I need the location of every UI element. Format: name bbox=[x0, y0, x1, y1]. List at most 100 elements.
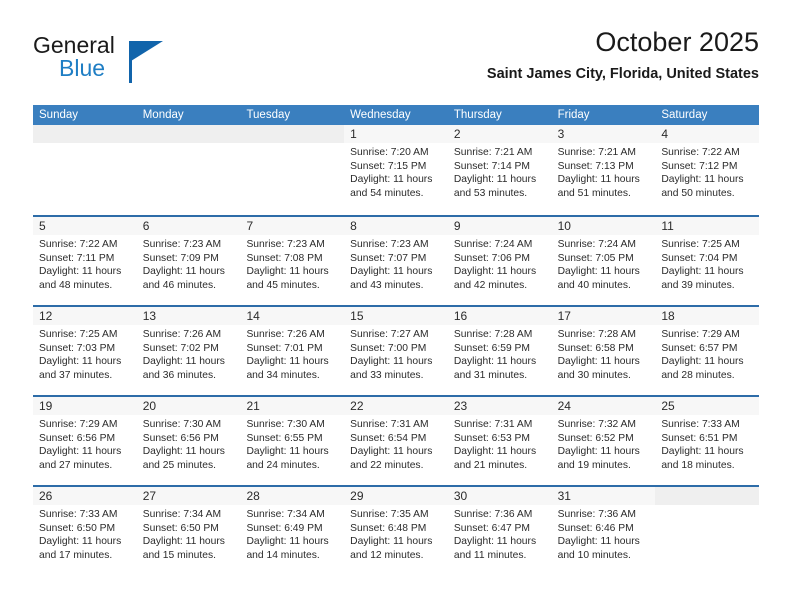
day-details: Sunrise: 7:29 AM Sunset: 6:56 PM Daylight:… bbox=[33, 415, 137, 472]
date-band: 18 bbox=[655, 307, 760, 325]
day-cell[interactable]: 14 Sunrise: 7:26 AM Sunset: 7:01 PM Dayligh… bbox=[240, 307, 345, 395]
day-cell[interactable]: 16 Sunrise: 7:28 AM Sunset: 6:59 PM Dayligh… bbox=[447, 307, 552, 395]
sunrise-text: Sunrise: 7:27 AM bbox=[350, 329, 429, 340]
day-cell[interactable]: 25 Sunrise: 7:33 AM Sunset: 6:51 PM Dayligh… bbox=[655, 397, 760, 485]
sunrise-text: Sunrise: 7:20 AM bbox=[350, 147, 429, 158]
date-number: 7 bbox=[246, 219, 254, 233]
daylight-text-line1: Daylight: 11 hours bbox=[350, 174, 433, 185]
date-number: 20 bbox=[142, 399, 157, 413]
date-number: 27 bbox=[142, 489, 157, 503]
day-cell[interactable]: 9 Sunrise: 7:24 AM Sunset: 7:06 PM Daylight… bbox=[447, 217, 552, 305]
sunrise-text: Sunrise: 7:34 AM bbox=[142, 509, 222, 520]
sunrise-text: Sunrise: 7:23 AM bbox=[246, 239, 325, 250]
weekday-header-monday: Monday bbox=[142, 109, 184, 121]
daylight-text-line2: and 21 minutes. bbox=[453, 459, 528, 471]
day-details: Sunrise: 7:35 AM Sunset: 6:48 PM Daylight:… bbox=[344, 505, 448, 562]
date-band: 8 bbox=[344, 217, 448, 235]
day-details: Sunrise: 7:33 AM Sunset: 6:50 PM Daylight:… bbox=[33, 505, 137, 562]
general-blue-logo[interactable]: General Blue bbox=[33, 32, 253, 88]
daylight-text-line2: and 54 minutes. bbox=[350, 187, 424, 199]
page-title: October 2025 bbox=[595, 27, 759, 57]
day-cell[interactable]: 19 Sunrise: 7:29 AM Sunset: 6:56 PM Dayligh… bbox=[33, 397, 137, 485]
daylight-text-line2: and 48 minutes. bbox=[39, 279, 113, 291]
sunset-text: Sunset: 7:07 PM bbox=[350, 252, 427, 264]
daylight-text-line1: Daylight: 11 hours bbox=[557, 174, 640, 185]
day-cell[interactable]: 27 Sunrise: 7:34 AM Sunset: 6:50 PM Dayligh… bbox=[136, 487, 241, 575]
day-cell[interactable]: 21 Sunrise: 7:30 AM Sunset: 6:55 PM Dayligh… bbox=[240, 397, 345, 485]
day-cell[interactable]: 23 Sunrise: 7:31 AM Sunset: 6:53 PM Dayligh… bbox=[447, 397, 552, 485]
daylight-text-line2: and 31 minutes. bbox=[453, 369, 528, 381]
day-cell[interactable]: 10 Sunrise: 7:24 AM Sunset: 7:05 PM Dayligh… bbox=[551, 217, 656, 305]
daylight-text-line2: and 46 minutes. bbox=[142, 279, 216, 291]
sunrise-text: Sunrise: 7:24 AM bbox=[557, 239, 637, 250]
sunset-text: Sunset: 7:06 PM bbox=[453, 252, 531, 264]
date-band: 29 bbox=[344, 487, 448, 505]
date-band: 4 bbox=[655, 125, 760, 143]
daylight-text-line2: and 12 minutes. bbox=[350, 549, 424, 561]
daylight-text-line1: Daylight: 11 hours bbox=[350, 446, 433, 457]
day-cell[interactable]: 6 Sunrise: 7:23 AM Sunset: 7:09 PM Daylight… bbox=[136, 217, 241, 305]
day-cell[interactable]: 31 Sunrise: 7:36 AM Sunset: 6:46 PM Dayligh… bbox=[551, 487, 656, 575]
sunrise-text: Sunrise: 7:24 AM bbox=[453, 239, 533, 250]
calendar-grid: Sunday Monday Tuesday Wednesday Thursday Frid… bbox=[33, 105, 760, 575]
sunset-text: Sunset: 6:57 PM bbox=[661, 342, 738, 354]
day-cell[interactable]: 8 Sunrise: 7:23 AM Sunset: 7:07 PM Daylight… bbox=[344, 217, 448, 305]
day-cell[interactable]: 26 Sunrise: 7:33 AM Sunset: 6:50 PM Dayligh… bbox=[33, 487, 137, 575]
daylight-text-line1: Daylight: 11 hours bbox=[350, 266, 433, 277]
day-cell[interactable]: 11 Sunrise: 7:25 AM Sunset: 7:04 PM Dayligh… bbox=[655, 217, 760, 305]
day-cell[interactable]: 17 Sunrise: 7:28 AM Sunset: 6:58 PM Dayligh… bbox=[551, 307, 656, 395]
sunrise-text: Sunrise: 7:30 AM bbox=[246, 419, 325, 430]
sunset-text: Sunset: 6:50 PM bbox=[39, 522, 116, 534]
day-cell[interactable]: 5 Sunrise: 7:22 AM Sunset: 7:11 PM Daylight… bbox=[33, 217, 137, 305]
day-details: Sunrise: 7:30 AM Sunset: 6:55 PM Daylight:… bbox=[240, 415, 344, 472]
date-band: 22 bbox=[344, 397, 448, 415]
day-cell[interactable]: 24 Sunrise: 7:32 AM Sunset: 6:52 PM Dayligh… bbox=[551, 397, 656, 485]
date-number: 22 bbox=[350, 399, 364, 413]
date-number: 17 bbox=[557, 309, 571, 323]
sunset-text: Sunset: 6:56 PM bbox=[142, 432, 219, 444]
date-number: 5 bbox=[39, 219, 46, 233]
sunset-text: Sunset: 7:00 PM bbox=[350, 342, 427, 354]
day-details: Sunrise: 7:34 AM Sunset: 6:49 PM Daylight:… bbox=[240, 505, 344, 562]
sunset-text: Sunset: 7:13 PM bbox=[557, 160, 634, 172]
sunset-text: Sunset: 6:53 PM bbox=[453, 432, 531, 444]
location-subtitle: Saint James City, Florida, United States bbox=[486, 66, 759, 82]
day-cell[interactable]: 30 Sunrise: 7:36 AM Sunset: 6:47 PM Dayligh… bbox=[447, 487, 552, 575]
day-cell[interactable]: 18 Sunrise: 7:29 AM Sunset: 6:57 PM Dayligh… bbox=[655, 307, 760, 395]
day-cell[interactable]: 2 Sunrise: 7:21 AM Sunset: 7:14 PM Daylight… bbox=[447, 125, 552, 215]
day-cell[interactable]: 29 Sunrise: 7:35 AM Sunset: 6:48 PM Dayligh… bbox=[344, 487, 448, 575]
daylight-text-line1: Daylight: 11 hours bbox=[39, 446, 122, 457]
sunset-text: Sunset: 7:02 PM bbox=[142, 342, 219, 354]
day-cell[interactable]: 4 Sunrise: 7:22 AM Sunset: 7:12 PM Daylight… bbox=[655, 125, 760, 215]
sunrise-text: Sunrise: 7:36 AM bbox=[453, 509, 533, 520]
daylight-text-line1: Daylight: 11 hours bbox=[453, 356, 537, 367]
sunset-text: Sunset: 6:46 PM bbox=[557, 522, 634, 534]
date-band: 20 bbox=[136, 397, 241, 415]
day-details: Sunrise: 7:23 AM Sunset: 7:09 PM Daylight:… bbox=[137, 235, 241, 292]
daylight-text-line2: and 34 minutes. bbox=[246, 369, 320, 381]
weekday-header-friday: Friday bbox=[557, 109, 590, 121]
daylight-text-line2: and 45 minutes. bbox=[246, 279, 320, 291]
daylight-text-line1: Daylight: 11 hours bbox=[39, 356, 122, 367]
day-cell[interactable]: 7 Sunrise: 7:23 AM Sunset: 7:08 PM Daylight… bbox=[240, 217, 345, 305]
date-number: 9 bbox=[453, 219, 461, 233]
day-cell[interactable]: 1 Sunrise: 7:20 AM Sunset: 7:15 PM Daylight… bbox=[344, 125, 448, 215]
logo-triangle-icon bbox=[131, 41, 163, 61]
day-cell[interactable]: 20 Sunrise: 7:30 AM Sunset: 6:56 PM Dayligh… bbox=[136, 397, 241, 485]
day-cell[interactable]: 22 Sunrise: 7:31 AM Sunset: 6:54 PM Dayligh… bbox=[344, 397, 448, 485]
sunrise-text: Sunrise: 7:26 AM bbox=[142, 329, 222, 340]
day-details: Sunrise: 7:22 AM Sunset: 7:12 PM Daylight:… bbox=[655, 143, 759, 200]
day-cell[interactable]: 3 Sunrise: 7:21 AM Sunset: 7:13 PM Daylight… bbox=[551, 125, 656, 215]
day-details: Sunrise: 7:31 AM Sunset: 6:53 PM Daylight:… bbox=[448, 415, 552, 472]
day-cell[interactable]: 13 Sunrise: 7:26 AM Sunset: 7:02 PM Dayligh… bbox=[136, 307, 241, 395]
sunrise-text: Sunrise: 7:30 AM bbox=[142, 419, 222, 430]
day-details: Sunrise: 7:28 AM Sunset: 6:59 PM Daylight:… bbox=[448, 325, 552, 382]
daylight-text-line1: Daylight: 11 hours bbox=[453, 536, 537, 547]
day-cell[interactable]: 28 Sunrise: 7:34 AM Sunset: 6:49 PM Dayligh… bbox=[240, 487, 345, 575]
day-cell[interactable]: 12 Sunrise: 7:25 AM Sunset: 7:03 PM Dayligh… bbox=[33, 307, 137, 395]
sunrise-text: Sunrise: 7:29 AM bbox=[39, 419, 118, 430]
day-cell[interactable]: 15 Sunrise: 7:27 AM Sunset: 7:00 PM Dayligh… bbox=[344, 307, 448, 395]
sunset-text: Sunset: 6:59 PM bbox=[453, 342, 531, 354]
daylight-text-line1: Daylight: 11 hours bbox=[453, 266, 537, 277]
sunset-text: Sunset: 7:14 PM bbox=[453, 160, 531, 172]
